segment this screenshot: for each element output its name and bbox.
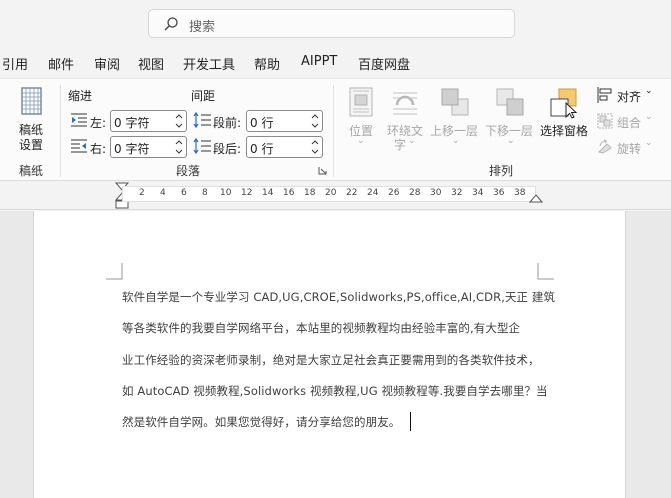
indent-right-value: 0 字符 bbox=[114, 142, 150, 156]
wrap-text-icon bbox=[393, 92, 417, 115]
tab-developer[interactable]: 开发工具 bbox=[183, 54, 235, 73]
ribbon: 稿纸 设置 稿纸 缩进 间距 左: 0 字符 右: 0 字符 段前: 0 行 段… bbox=[0, 78, 671, 181]
group-objects-icon bbox=[597, 113, 613, 129]
bring-forward-icon bbox=[441, 88, 469, 116]
right-indent-marker-icon[interactable] bbox=[529, 194, 543, 204]
spacing-after-label: 段后: bbox=[213, 142, 242, 156]
search-icon bbox=[164, 17, 178, 31]
manuscript-group-label: 稿纸 bbox=[19, 164, 44, 178]
horizontal-ruler[interactable]: 2 4 6 8 10 12 14 16 18 20 22 24 26 28 30… bbox=[122, 186, 536, 202]
rotate-label: 旋转 bbox=[617, 142, 642, 156]
spacing-after-icon bbox=[193, 137, 211, 155]
ruler-tick: 14 bbox=[262, 188, 274, 198]
spin-arrows-icon[interactable] bbox=[311, 138, 319, 156]
ruler-tick: 38 bbox=[514, 188, 526, 198]
tab-references[interactable]: 引用 bbox=[2, 54, 28, 73]
manuscript-button-label-2: 设置 bbox=[19, 138, 44, 152]
indent-left-icon bbox=[71, 113, 87, 127]
document-text-line[interactable]: 软件自学是一个专业学习 CAD,UG,CROE,Solidworks,PS,of… bbox=[122, 289, 555, 305]
tab-review[interactable]: 审阅 bbox=[94, 54, 120, 73]
group-objects-label: 组合 bbox=[617, 116, 642, 130]
ruler-tick: 4 bbox=[160, 188, 166, 198]
ruler-tick: 36 bbox=[493, 188, 505, 198]
ruler-tick: 2 bbox=[139, 188, 145, 198]
ribbon-tabs: 引用 邮件 审阅 视图 开发工具 帮助 AIPPT 百度网盘 bbox=[0, 50, 671, 76]
document-text-line[interactable]: 等各类软件的我要自学网络平台，本站里的视频教程均由经验丰富的,有大型企 bbox=[122, 320, 520, 336]
manuscript-paper-icon bbox=[21, 87, 42, 115]
paragraph-group-label: 段落 bbox=[176, 164, 201, 178]
tab-aippt[interactable]: AIPPT bbox=[301, 54, 337, 69]
spacing-before-icon bbox=[193, 111, 211, 129]
indent-right-icon bbox=[71, 139, 87, 153]
chevron-down-icon: ⌄ bbox=[452, 136, 460, 146]
align-label: 对齐 bbox=[617, 90, 642, 104]
ruler-tick: 16 bbox=[283, 188, 295, 198]
indent-left-input[interactable]: 0 字符 bbox=[110, 110, 187, 132]
selection-pane-label: 选择窗格 bbox=[540, 124, 589, 138]
chevron-down-icon: ⌄ bbox=[645, 112, 653, 122]
dialog-launcher-icon[interactable] bbox=[318, 166, 327, 175]
spin-arrows-icon[interactable] bbox=[175, 138, 183, 156]
ruler-tick: 18 bbox=[304, 188, 316, 198]
indent-left-value: 0 字符 bbox=[114, 116, 150, 130]
ruler-tick: 20 bbox=[325, 188, 337, 198]
title-bar: 搜索 bbox=[0, 0, 671, 48]
tab-view[interactable]: 视图 bbox=[138, 54, 164, 73]
horizontal-ruler-area: 2 4 6 8 10 12 14 16 18 20 22 24 26 28 30… bbox=[0, 182, 671, 210]
group-divider bbox=[60, 85, 61, 177]
margin-corner-mark bbox=[537, 263, 554, 280]
indent-left-label: 左: bbox=[90, 116, 107, 130]
spacing-after-value: 0 行 bbox=[250, 142, 274, 156]
chevron-down-icon: ⌄ bbox=[357, 136, 365, 146]
spacing-heading: 间距 bbox=[191, 89, 216, 103]
ruler-tick: 8 bbox=[202, 188, 208, 198]
wrap-text-label-2: 字 bbox=[394, 138, 407, 152]
spacing-before-label: 段前: bbox=[213, 116, 242, 130]
ruler-tick: 24 bbox=[367, 188, 379, 198]
document-text-line[interactable]: 业工作经验的资深老师录制，绝对是大家立足社会真正要需用到的各类软件技术， bbox=[122, 352, 540, 368]
ruler-tick: 34 bbox=[472, 188, 484, 198]
selection-pane-icon bbox=[550, 88, 578, 119]
tab-help[interactable]: 帮助 bbox=[254, 54, 280, 73]
ruler-tick: 6 bbox=[181, 188, 187, 198]
document-text-line[interactable]: 然是软件自学网。如果您觉得好，请分享给您的朋友。 bbox=[122, 414, 400, 430]
document-text-line[interactable]: 如 AutoCAD 视频教程,Solidworks 视频教程,UG 视频教程等.… bbox=[122, 383, 548, 399]
position-icon bbox=[349, 87, 373, 117]
chevron-down-icon: ⌄ bbox=[645, 86, 653, 96]
ruler-tick: 26 bbox=[388, 188, 400, 198]
ruler-tick: 32 bbox=[451, 188, 463, 198]
tab-mailings[interactable]: 邮件 bbox=[48, 54, 74, 73]
chevron-down-icon: ⌄ bbox=[507, 136, 515, 146]
ruler-tick: 28 bbox=[409, 188, 421, 198]
rotate-icon bbox=[598, 139, 612, 154]
indent-heading: 缩进 bbox=[68, 89, 93, 103]
ruler-tick: 12 bbox=[241, 188, 253, 198]
ruler-tick: 22 bbox=[346, 188, 358, 198]
align-icon bbox=[597, 87, 612, 103]
chevron-down-icon: ⌄ bbox=[645, 138, 653, 148]
search-placeholder: 搜索 bbox=[189, 20, 216, 35]
spin-arrows-icon[interactable] bbox=[311, 112, 319, 130]
text-cursor bbox=[410, 412, 411, 431]
spacing-after-input[interactable]: 0 行 bbox=[246, 136, 323, 158]
margin-corner-mark bbox=[106, 263, 123, 280]
ruler-tick: 30 bbox=[430, 188, 442, 198]
chevron-down-icon: ⌄ bbox=[408, 136, 416, 146]
arrange-group-label: 排列 bbox=[489, 164, 514, 178]
indent-right-input[interactable]: 0 字符 bbox=[110, 136, 187, 158]
spacing-before-value: 0 行 bbox=[250, 116, 274, 130]
spacing-before-input[interactable]: 0 行 bbox=[246, 110, 323, 132]
spin-arrows-icon[interactable] bbox=[175, 112, 183, 130]
send-backward-icon bbox=[496, 88, 524, 116]
tab-baidu-netdisk[interactable]: 百度网盘 bbox=[358, 54, 410, 73]
group-divider bbox=[333, 85, 334, 177]
indent-right-label: 右: bbox=[90, 142, 107, 156]
search-box[interactable]: 搜索 bbox=[148, 9, 515, 38]
ruler-tick: 10 bbox=[220, 188, 232, 198]
